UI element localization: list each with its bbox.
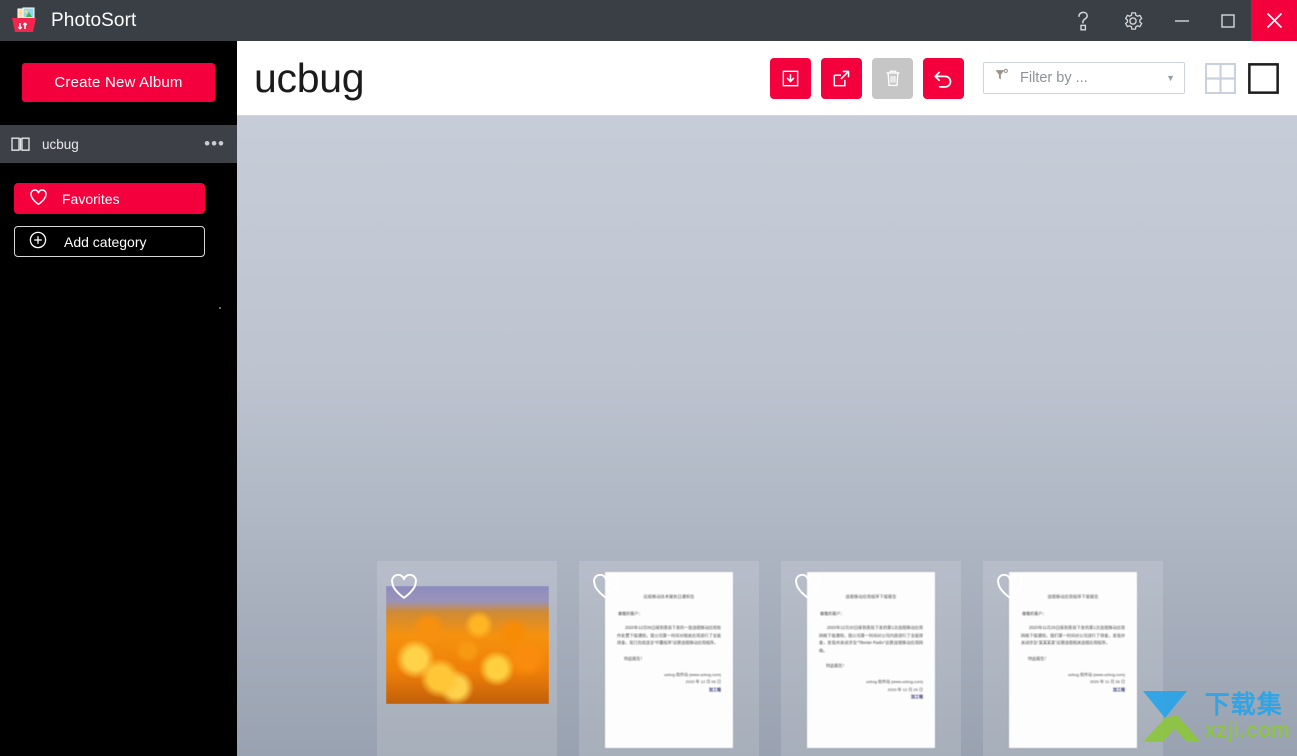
document-thanks: 特此报告！ [1028, 655, 1049, 661]
window-controls [1059, 0, 1297, 41]
window-body: Create New Album ucbug ••• Favorites Add… [0, 41, 1297, 756]
document-stamp: 加工程 [1113, 686, 1125, 692]
sidebar: Create New Album ucbug ••• Favorites Add… [0, 41, 237, 756]
gallery-item-document[interactable]: 远程移动技术服务日通知告 尊敬的客户： 2020年12月06日接到贵局下发的一批… [579, 561, 759, 756]
single-view-button[interactable] [1246, 61, 1280, 95]
sidebar-item-add-category[interactable]: Add category [14, 226, 205, 257]
document-signature: ucbug 软件站 (www.ucbug.com) 2020 年 12 月 06… [605, 671, 721, 694]
undo-button[interactable] [923, 57, 964, 99]
heart-icon [29, 188, 48, 209]
thumbnail-document: 远程移动技术服务日通知告 尊敬的客户： 2020年12月06日接到贵局下发的一批… [605, 572, 733, 748]
gallery-item-photo[interactable] [377, 561, 557, 756]
plus-circle-icon [29, 231, 47, 252]
export-button[interactable] [821, 57, 862, 99]
photosort-window: PhotoSort Create New Album ucbug ••• Fav… [0, 0, 1297, 756]
document-signature-date: 2020 年 12 月 06 日 [685, 679, 721, 685]
ellipsis-icon[interactable]: ••• [204, 135, 225, 152]
document-signature-site: ucbug 软件站 (www.ucbug.com) [866, 679, 923, 685]
heart-outline-icon[interactable] [592, 573, 620, 600]
document-signature-date: 2020 年 12 月 20 日 [887, 686, 923, 692]
chevron-down-icon[interactable]: ▼ [1166, 73, 1175, 83]
document-stamp: 加工程 [709, 686, 721, 692]
heart-outline-icon[interactable] [390, 573, 418, 600]
sidebar-resize-handle[interactable] [219, 307, 221, 309]
document-salutation: 尊敬的客户： [820, 611, 845, 616]
heart-outline-icon[interactable] [794, 573, 822, 600]
download-arrow-logo [1137, 685, 1201, 748]
document-title: 违规移动应用程序下架报告 [1047, 594, 1099, 599]
document-body: 2020年12月20日接到贵局下发的第1次违规移动应用网络下架通知，我公司第一时… [819, 625, 923, 653]
document-stamp: 加工程 [911, 694, 923, 700]
document-body: 2020年11月26日接到贵局下发的第1次违规移动应用网络下架通知，我们第一时间… [1021, 625, 1125, 646]
document-signature: ucbug 软件站 (www.ucbug.com) 2020 年 12 月 20… [807, 678, 923, 701]
document-thanks: 特此报告！ [826, 663, 847, 669]
thumbnail-document: 违规移动应用程序下架报告 尊敬的客户： 2020年11月26日接到贵局下发的第1… [1009, 572, 1137, 748]
app-title: PhotoSort [51, 9, 137, 31]
document-salutation: 尊敬的客户： [1022, 611, 1047, 616]
document-thanks: 特此报告！ [624, 655, 645, 661]
document-signature-site: ucbug 软件站 (www.ucbug.com) [664, 671, 721, 677]
thumbnail-document: 违规移动应用程序下架报告 尊敬的客户： 2020年12月20日接到贵局下发的第1… [807, 572, 935, 748]
delete-button [872, 57, 913, 99]
document-body: 2020年12月06日接到贵局下发的一批违规移动应用软件处置下架通知，我公司第一… [617, 625, 721, 646]
thumbnail-image [386, 586, 549, 704]
sidebar-item-favorites[interactable]: Favorites [14, 183, 205, 214]
document-signature-site: ucbug 软件站 (www.ucbug.com) [1068, 671, 1125, 677]
page-title: ucbug [254, 54, 365, 101]
watermark-en: xzji.com [1204, 718, 1290, 742]
photo-basket-sort-icon [9, 6, 39, 36]
title-bar-left: PhotoSort [0, 6, 136, 36]
photo-gallery: 远程移动技术服务日通知告 尊敬的客户： 2020年12月06日接到贵局下发的一批… [237, 116, 1297, 756]
album-name: ucbug [42, 136, 79, 152]
sidebar-item-label: Favorites [62, 190, 120, 207]
minimize-button[interactable] [1159, 0, 1205, 41]
document-title: 违规移动应用程序下架报告 [845, 594, 897, 599]
filter-icon [994, 68, 1009, 88]
help-button[interactable] [1059, 0, 1107, 41]
settings-button[interactable] [1107, 0, 1159, 41]
main-panel: ucbug Filter by ... ▼ 远程移动技术服务日通知告 尊敬的客户… [237, 41, 1297, 756]
heart-outline-icon[interactable] [996, 573, 1024, 600]
create-new-album-button[interactable]: Create New Album [22, 63, 215, 102]
title-bar: PhotoSort [0, 0, 1297, 41]
watermark: 下载集 xzji.com [1137, 685, 1290, 748]
thumbnail-row: 远程移动技术服务日通知告 尊敬的客户： 2020年12月06日接到贵局下发的一批… [377, 561, 1163, 756]
document-salutation: 尊敬的客户： [618, 611, 643, 616]
book-icon [9, 133, 31, 155]
watermark-cn: 下载集 [1204, 690, 1283, 719]
document-signature: ucbug 软件站 (www.ucbug.com) 2020 年 11 月 26… [1009, 671, 1125, 694]
view-mode-toggle [1203, 61, 1280, 95]
sidebar-item-label: Add category [64, 233, 147, 250]
close-button[interactable] [1251, 0, 1297, 41]
filter-placeholder: Filter by ... [1020, 70, 1088, 86]
filter-dropdown[interactable]: Filter by ... ▼ [983, 62, 1185, 94]
sidebar-item-album-ucbug[interactable]: ucbug ••• [0, 125, 237, 163]
grid-view-button[interactable] [1203, 61, 1237, 95]
import-button[interactable] [770, 57, 811, 99]
toolbar [770, 57, 964, 99]
content-header: ucbug Filter by ... ▼ [237, 41, 1297, 116]
document-signature-date: 2020 年 11 月 26 日 [1089, 679, 1125, 685]
gallery-item-document[interactable]: 违规移动应用程序下架报告 尊敬的客户： 2020年12月20日接到贵局下发的第1… [781, 561, 961, 756]
document-title: 远程移动技术服务日通知告 [643, 594, 695, 599]
maximize-button[interactable] [1205, 0, 1251, 41]
watermark-text: 下载集 xzji.com [1204, 690, 1290, 742]
